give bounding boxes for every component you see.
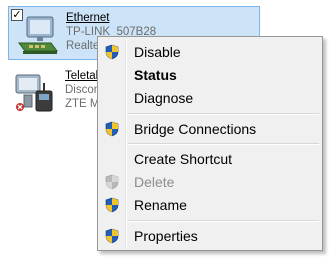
menu-item-diagnose[interactable]: Diagnose [100, 87, 320, 109]
connection-name: Ethernet [66, 12, 110, 24]
mobile-broadband-icon [15, 74, 53, 112]
connection-checkbox[interactable]: ✓ [11, 9, 23, 21]
context-menu: Disable Status Diagnose Bridge Connectio… [97, 36, 323, 251]
menu-separator [128, 143, 319, 145]
menu-item-delete: Delete [100, 171, 320, 193]
menu-item-status[interactable]: Status [100, 64, 320, 86]
menu-item-label: Bridge Connections [134, 121, 257, 137]
menu-item-label: Delete [134, 174, 175, 190]
uac-shield-icon [105, 174, 119, 190]
menu-item-bridge-connections[interactable]: Bridge Connections [100, 118, 320, 140]
uac-shield-icon [105, 228, 119, 244]
menu-item-label: Rename [134, 197, 187, 213]
menu-item-label: Diagnose [134, 90, 194, 106]
uac-shield-icon [105, 44, 119, 60]
menu-item-label: Properties [134, 228, 198, 244]
menu-item-properties[interactable]: Properties [100, 225, 320, 247]
menu-item-label: Status [134, 67, 177, 83]
menu-separator [128, 220, 319, 222]
menu-item-rename[interactable]: Rename [100, 194, 320, 216]
menu-item-label: Disable [134, 44, 181, 60]
menu-separator [128, 113, 319, 115]
uac-shield-icon [105, 197, 119, 213]
menu-item-label: Create Shortcut [134, 151, 233, 167]
menu-item-create-shortcut[interactable]: Create Shortcut [100, 148, 320, 170]
menu-item-disable[interactable]: Disable [100, 41, 320, 63]
uac-shield-icon [105, 121, 119, 137]
